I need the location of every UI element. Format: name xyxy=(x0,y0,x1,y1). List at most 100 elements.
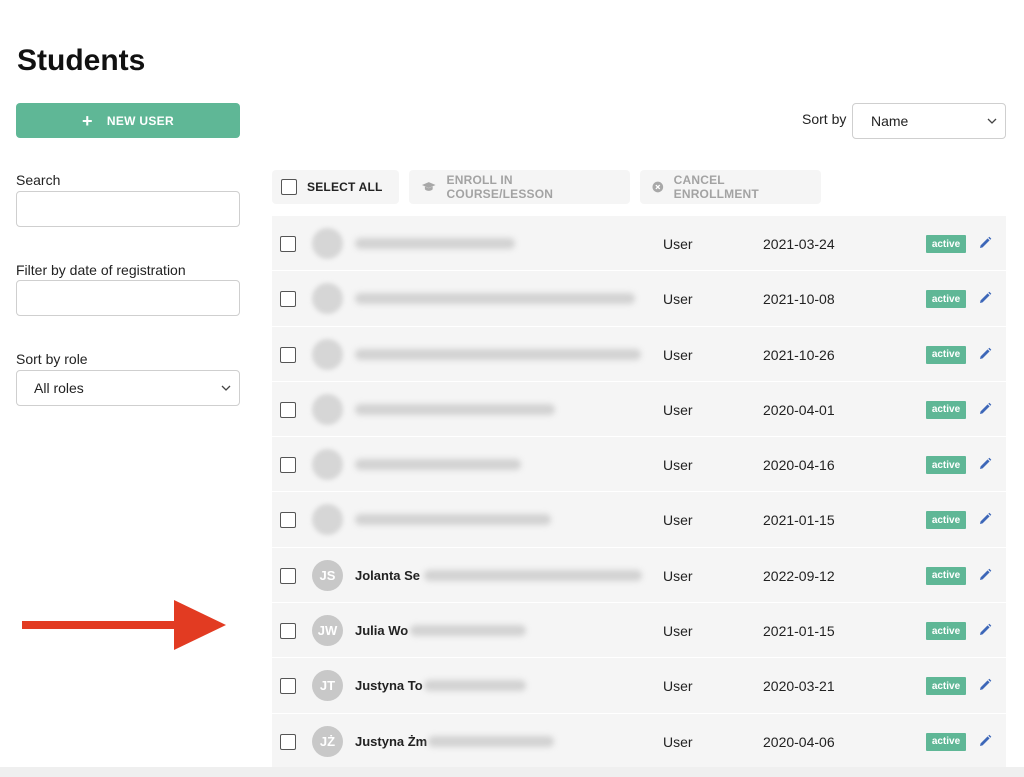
student-role: User xyxy=(663,567,693,584)
row-checkbox[interactable] xyxy=(280,457,296,474)
select-all-button[interactable]: SELECT ALL xyxy=(272,170,399,204)
edit-pencil-icon[interactable] xyxy=(978,568,992,582)
new-user-label: NEW USER xyxy=(106,113,174,128)
status-badge: active xyxy=(926,732,966,751)
row-checkbox[interactable] xyxy=(280,623,296,640)
student-role: User xyxy=(663,401,693,418)
row-checkbox[interactable] xyxy=(280,567,296,584)
edit-pencil-icon[interactable] xyxy=(978,402,992,416)
redacted-name xyxy=(424,569,642,581)
edit-pencil-icon[interactable] xyxy=(978,512,992,526)
row-checkbox[interactable] xyxy=(280,733,296,750)
avatar: JT xyxy=(312,670,343,702)
student-name[interactable]: Julia Wo xyxy=(355,623,408,638)
registration-date: 2021-10-08 xyxy=(763,291,835,308)
graduation-cap-icon xyxy=(421,182,436,191)
registration-date: 2020-04-06 xyxy=(763,733,835,750)
cancel-enrollment-label: CANCEL ENROLLMENT xyxy=(673,173,759,201)
redacted-name xyxy=(355,403,555,415)
redacted-name xyxy=(355,293,635,305)
search-input[interactable] xyxy=(16,191,240,227)
select-all-label: SELECT ALL xyxy=(307,180,383,194)
edit-pencil-icon[interactable] xyxy=(978,347,992,361)
redacted-name xyxy=(355,459,521,471)
students-table: User 2021-03-24 active User 2021-10-08 a… xyxy=(272,216,1006,769)
table-row[interactable]: JŻ Justyna Żm User 2020-04-06 active xyxy=(272,713,1006,769)
registration-date: 2020-03-21 xyxy=(763,678,835,695)
avatar xyxy=(312,449,343,481)
registration-date: 2021-10-26 xyxy=(763,346,835,363)
edit-pencil-icon[interactable] xyxy=(978,623,992,637)
student-name[interactable]: Jolanta Se xyxy=(355,568,420,583)
student-name[interactable]: Justyna To xyxy=(355,678,423,693)
status-badge: active xyxy=(926,235,966,253)
avatar: JS xyxy=(312,559,343,591)
edit-pencil-icon[interactable] xyxy=(978,678,992,692)
registration-date: 2022-09-12 xyxy=(763,567,835,584)
row-checkbox[interactable] xyxy=(280,401,296,418)
sort-by-value: Name xyxy=(871,113,909,129)
table-row[interactable]: User 2021-10-08 active xyxy=(272,271,1006,327)
avatar xyxy=(312,228,343,259)
redacted-name xyxy=(355,348,641,360)
chevron-down-icon xyxy=(987,118,997,124)
row-checkbox[interactable] xyxy=(280,291,296,308)
search-label: Search xyxy=(16,172,61,188)
redacted-name xyxy=(355,238,515,249)
cancel-enrollment-button[interactable]: CANCEL ENROLLMENT xyxy=(640,170,821,204)
date-filter-input[interactable] xyxy=(16,280,240,316)
sort-by-select[interactable]: Name xyxy=(852,103,1006,139)
registration-date: 2021-01-15 xyxy=(763,512,835,529)
edit-pencil-icon[interactable] xyxy=(978,236,992,250)
plus-icon: + xyxy=(82,110,93,131)
status-badge: active xyxy=(926,566,966,585)
registration-date: 2020-04-16 xyxy=(763,457,835,474)
registration-date: 2021-03-24 xyxy=(763,236,835,252)
student-name[interactable]: Justyna Żm xyxy=(355,734,427,749)
table-row[interactable]: User 2021-03-24 active xyxy=(272,216,1006,272)
edit-pencil-icon[interactable] xyxy=(978,734,992,748)
red-arrow-annotation xyxy=(22,600,226,650)
status-badge: active xyxy=(926,622,966,641)
avatar: JŻ xyxy=(312,725,343,757)
status-badge: active xyxy=(926,511,966,530)
student-role: User xyxy=(663,457,693,474)
row-checkbox[interactable] xyxy=(280,678,296,695)
redacted-name xyxy=(424,680,526,692)
table-row[interactable]: JS Jolanta Se User 2022-09-12 active xyxy=(272,547,1006,604)
table-row[interactable]: JW Julia Wo User 2021-01-15 active xyxy=(272,603,1006,659)
status-badge: active xyxy=(926,677,966,696)
select-all-checkbox[interactable] xyxy=(281,179,297,195)
row-checkbox[interactable] xyxy=(280,236,296,252)
role-sort-label: Sort by role xyxy=(16,351,88,367)
table-row[interactable]: User 2021-10-26 active xyxy=(272,326,1006,382)
enroll-label: ENROLL IN COURSE/LESSON xyxy=(446,173,554,201)
table-row[interactable]: User 2020-04-16 active xyxy=(272,437,1006,493)
role-select-value: All roles xyxy=(34,380,84,396)
status-badge: active xyxy=(926,456,966,475)
edit-pencil-icon[interactable] xyxy=(978,457,992,471)
edit-pencil-icon[interactable] xyxy=(978,291,992,305)
student-role: User xyxy=(663,346,693,363)
bottom-edge xyxy=(0,767,1024,777)
redacted-name xyxy=(410,625,526,637)
redacted-name xyxy=(428,735,554,747)
student-role: User xyxy=(663,733,693,750)
student-role: User xyxy=(663,678,693,695)
role-select[interactable]: All roles xyxy=(16,370,240,406)
avatar: JW xyxy=(312,615,343,647)
enroll-button[interactable]: ENROLL IN COURSE/LESSON xyxy=(409,170,630,204)
status-badge: active xyxy=(926,290,966,309)
table-row[interactable]: JT Justyna To User 2020-03-21 active xyxy=(272,658,1006,714)
row-checkbox[interactable] xyxy=(280,346,296,363)
sort-by-label: Sort by xyxy=(802,111,847,127)
date-filter-label: Filter by date of registration xyxy=(16,262,186,278)
table-row[interactable]: User 2021-01-15 active xyxy=(272,492,1006,548)
student-role: User xyxy=(663,623,693,640)
table-row[interactable]: User 2020-04-01 active xyxy=(272,381,1006,438)
status-badge: active xyxy=(926,345,966,364)
page-title: Students xyxy=(17,44,146,77)
avatar xyxy=(312,338,343,370)
row-checkbox[interactable] xyxy=(280,512,296,529)
new-user-button[interactable]: + NEW USER xyxy=(16,103,240,138)
